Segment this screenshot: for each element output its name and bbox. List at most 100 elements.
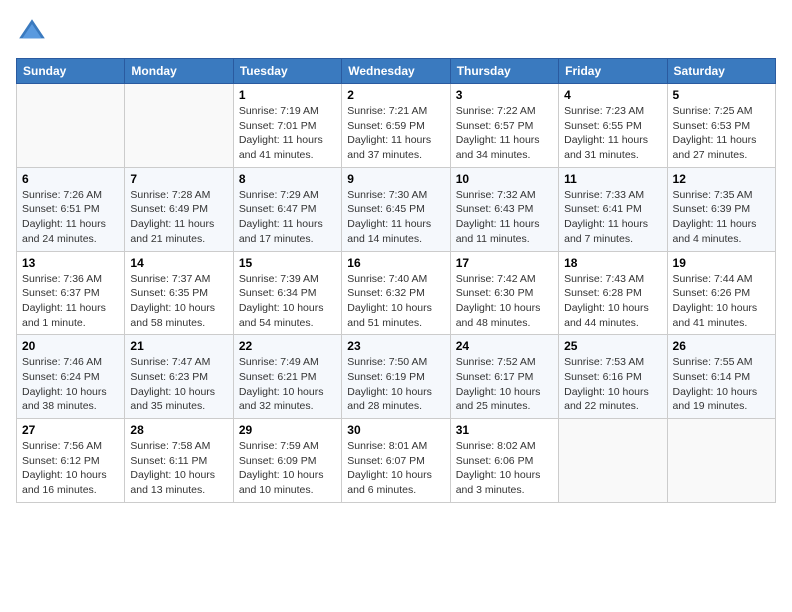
- calendar-day-cell: 30Sunrise: 8:01 AMSunset: 6:07 PMDayligh…: [342, 419, 450, 503]
- day-number: 18: [564, 256, 661, 270]
- day-info: Sunrise: 7:19 AMSunset: 7:01 PMDaylight:…: [239, 104, 336, 163]
- day-info: Sunrise: 7:23 AMSunset: 6:55 PMDaylight:…: [564, 104, 661, 163]
- calendar-day-cell: 25 Sunrise: 7:53 AMSunset: 6:16 PMDayligh…: [559, 335, 667, 419]
- day-number: 5: [673, 88, 770, 102]
- day-info: Sunrise: 7:29 AMSunset: 6:47 PMDaylight:…: [239, 188, 336, 247]
- day-info: Sunrise: 7:35 AMSunset: 6:39 PMDaylight:…: [673, 188, 770, 247]
- calendar-day-cell: 26Sunrise: 7:55 AMSunset: 6:14 PMDayligh…: [667, 335, 775, 419]
- day-number: 17: [456, 256, 553, 270]
- logo-icon: [16, 16, 48, 48]
- calendar-day-cell: 4Sunrise: 7:23 AMSunset: 6:55 PMDaylight…: [559, 84, 667, 168]
- day-number: 13: [22, 256, 119, 270]
- calendar-day-cell: 11 Sunrise: 7:33 AMSunset: 6:41 PMDayligh…: [559, 167, 667, 251]
- day-of-week-header: Friday: [559, 59, 667, 84]
- day-number: 27: [22, 423, 119, 437]
- calendar-week-row: 27 Sunrise: 7:56 AMSunset: 6:12 PMDayligh…: [17, 419, 776, 503]
- day-info: Sunrise: 7:32 AMSunset: 6:43 PMDaylight:…: [456, 188, 553, 247]
- day-info: Sunrise: 7:43 AMSunset: 6:28 PMDaylight:…: [564, 272, 661, 331]
- day-info: Sunrise: 7:59 AMSunset: 6:09 PMDaylight:…: [239, 439, 336, 498]
- day-info: Sunrise: 7:26 AMSunset: 6:51 PMDaylight:…: [22, 188, 119, 247]
- day-number: 28: [130, 423, 227, 437]
- calendar-day-cell: 19 Sunrise: 7:44 AMSunset: 6:26 PMDayligh…: [667, 251, 775, 335]
- calendar-day-cell: 7 Sunrise: 7:28 AMSunset: 6:49 PMDaylight…: [125, 167, 233, 251]
- day-info: Sunrise: 7:55 AMSunset: 6:14 PMDaylight:…: [673, 355, 770, 414]
- day-number: 15: [239, 256, 336, 270]
- calendar-day-cell: 16 Sunrise: 7:40 AMSunset: 6:32 PMDayligh…: [342, 251, 450, 335]
- day-info: Sunrise: 7:56 AMSunset: 6:12 PMDaylight:…: [22, 439, 119, 498]
- calendar-day-cell: 20 Sunrise: 7:46 AMSunset: 6:24 PMDayligh…: [17, 335, 125, 419]
- day-info: Sunrise: 7:53 AMSunset: 6:16 PMDaylight:…: [564, 355, 661, 414]
- day-number: 16: [347, 256, 444, 270]
- calendar-day-cell: 8 Sunrise: 7:29 AMSunset: 6:47 PMDaylight…: [233, 167, 341, 251]
- day-number: 1: [239, 88, 336, 102]
- day-info: Sunrise: 8:02 AMSunset: 6:06 PMDaylight:…: [456, 439, 553, 498]
- day-info: Sunrise: 7:40 AMSunset: 6:32 PMDaylight:…: [347, 272, 444, 331]
- calendar-header-row: SundayMondayTuesdayWednesdayThursdayFrid…: [17, 59, 776, 84]
- day-of-week-header: Wednesday: [342, 59, 450, 84]
- page-header: [16, 16, 776, 48]
- day-number: 9: [347, 172, 444, 186]
- calendar-day-cell: 18 Sunrise: 7:43 AMSunset: 6:28 PMDayligh…: [559, 251, 667, 335]
- day-number: 7: [130, 172, 227, 186]
- calendar-day-cell: 21Sunrise: 7:47 AMSunset: 6:23 PMDayligh…: [125, 335, 233, 419]
- day-of-week-header: Thursday: [450, 59, 558, 84]
- day-info: Sunrise: 7:22 AMSunset: 6:57 PMDaylight:…: [456, 104, 553, 163]
- day-number: 22: [239, 339, 336, 353]
- day-number: 19: [673, 256, 770, 270]
- calendar-day-cell: 3 Sunrise: 7:22 AMSunset: 6:57 PMDaylight…: [450, 84, 558, 168]
- calendar-day-cell: [559, 419, 667, 503]
- calendar-week-row: 20 Sunrise: 7:46 AMSunset: 6:24 PMDayligh…: [17, 335, 776, 419]
- day-number: 20: [22, 339, 119, 353]
- calendar-week-row: 13Sunrise: 7:36 AMSunset: 6:37 PMDayligh…: [17, 251, 776, 335]
- calendar-day-cell: 23 Sunrise: 7:50 AMSunset: 6:19 PMDayligh…: [342, 335, 450, 419]
- day-info: Sunrise: 7:33 AMSunset: 6:41 PMDaylight:…: [564, 188, 661, 247]
- day-info: Sunrise: 7:37 AMSunset: 6:35 PMDaylight:…: [130, 272, 227, 331]
- day-info: Sunrise: 7:30 AMSunset: 6:45 PMDaylight:…: [347, 188, 444, 247]
- calendar-day-cell: 15 Sunrise: 7:39 AMSunset: 6:34 PMDayligh…: [233, 251, 341, 335]
- calendar-day-cell: 29 Sunrise: 7:59 AMSunset: 6:09 PMDayligh…: [233, 419, 341, 503]
- day-number: 3: [456, 88, 553, 102]
- day-number: 14: [130, 256, 227, 270]
- calendar-day-cell: 2Sunrise: 7:21 AMSunset: 6:59 PMDaylight…: [342, 84, 450, 168]
- day-info: Sunrise: 7:52 AMSunset: 6:17 PMDaylight:…: [456, 355, 553, 414]
- day-number: 8: [239, 172, 336, 186]
- calendar-day-cell: 17 Sunrise: 7:42 AMSunset: 6:30 PMDayligh…: [450, 251, 558, 335]
- day-number: 29: [239, 423, 336, 437]
- day-number: 25: [564, 339, 661, 353]
- day-info: Sunrise: 7:42 AMSunset: 6:30 PMDaylight:…: [456, 272, 553, 331]
- calendar-day-cell: 6 Sunrise: 7:26 AMSunset: 6:51 PMDaylight…: [17, 167, 125, 251]
- calendar-day-cell: 22 Sunrise: 7:49 AMSunset: 6:21 PMDayligh…: [233, 335, 341, 419]
- day-info: Sunrise: 7:44 AMSunset: 6:26 PMDaylight:…: [673, 272, 770, 331]
- calendar-week-row: 6 Sunrise: 7:26 AMSunset: 6:51 PMDaylight…: [17, 167, 776, 251]
- calendar-day-cell: 31 Sunrise: 8:02 AMSunset: 6:06 PMDayligh…: [450, 419, 558, 503]
- calendar-day-cell: 13Sunrise: 7:36 AMSunset: 6:37 PMDayligh…: [17, 251, 125, 335]
- calendar-week-row: 1 Sunrise: 7:19 AMSunset: 7:01 PMDaylight…: [17, 84, 776, 168]
- day-number: 11: [564, 172, 661, 186]
- day-of-week-header: Monday: [125, 59, 233, 84]
- calendar-day-cell: 14 Sunrise: 7:37 AMSunset: 6:35 PMDayligh…: [125, 251, 233, 335]
- day-of-week-header: Sunday: [17, 59, 125, 84]
- day-number: 24: [456, 339, 553, 353]
- day-number: 6: [22, 172, 119, 186]
- calendar-day-cell: [125, 84, 233, 168]
- day-info: Sunrise: 7:39 AMSunset: 6:34 PMDaylight:…: [239, 272, 336, 331]
- calendar-day-cell: 10 Sunrise: 7:32 AMSunset: 6:43 PMDayligh…: [450, 167, 558, 251]
- calendar-day-cell: [17, 84, 125, 168]
- calendar-day-cell: 9 Sunrise: 7:30 AMSunset: 6:45 PMDaylight…: [342, 167, 450, 251]
- day-info: Sunrise: 7:49 AMSunset: 6:21 PMDaylight:…: [239, 355, 336, 414]
- day-number: 23: [347, 339, 444, 353]
- calendar-day-cell: 1 Sunrise: 7:19 AMSunset: 7:01 PMDaylight…: [233, 84, 341, 168]
- day-number: 12: [673, 172, 770, 186]
- day-number: 31: [456, 423, 553, 437]
- day-info: Sunrise: 7:50 AMSunset: 6:19 PMDaylight:…: [347, 355, 444, 414]
- day-number: 10: [456, 172, 553, 186]
- day-info: Sunrise: 7:25 AMSunset: 6:53 PMDaylight:…: [673, 104, 770, 163]
- day-info: Sunrise: 7:28 AMSunset: 6:49 PMDaylight:…: [130, 188, 227, 247]
- calendar-day-cell: 28Sunrise: 7:58 AMSunset: 6:11 PMDayligh…: [125, 419, 233, 503]
- day-of-week-header: Tuesday: [233, 59, 341, 84]
- day-info: Sunrise: 7:47 AMSunset: 6:23 PMDaylight:…: [130, 355, 227, 414]
- day-info: Sunrise: 8:01 AMSunset: 6:07 PMDaylight:…: [347, 439, 444, 498]
- day-info: Sunrise: 7:21 AMSunset: 6:59 PMDaylight:…: [347, 104, 444, 163]
- day-info: Sunrise: 7:46 AMSunset: 6:24 PMDaylight:…: [22, 355, 119, 414]
- calendar-day-cell: 5 Sunrise: 7:25 AMSunset: 6:53 PMDaylight…: [667, 84, 775, 168]
